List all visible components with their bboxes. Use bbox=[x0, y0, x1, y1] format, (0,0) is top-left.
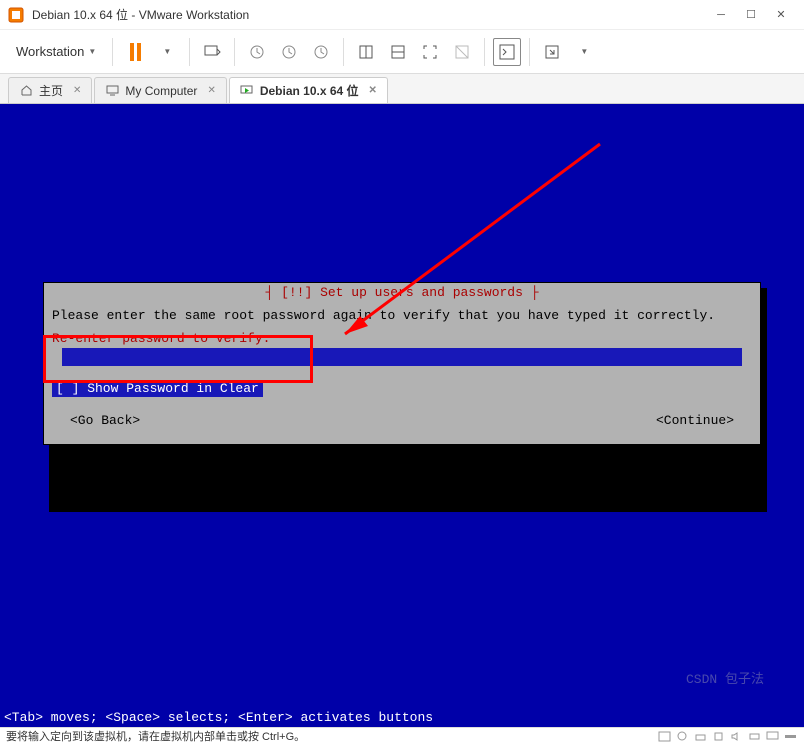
view-single-button[interactable] bbox=[352, 38, 380, 66]
chevron-down-icon: ▼ bbox=[163, 47, 171, 56]
continue-button[interactable]: <Continue> bbox=[656, 413, 734, 428]
layout-disabled-icon bbox=[453, 43, 471, 61]
tab-close-button[interactable]: ✕ bbox=[73, 85, 81, 96]
snapshot-take-button[interactable] bbox=[243, 38, 271, 66]
toolbar-separator bbox=[189, 38, 190, 66]
device-network-icon[interactable] bbox=[694, 731, 708, 742]
vm-console[interactable]: ┤ [!!] Set up users and passwords ├ Plea… bbox=[0, 104, 804, 727]
device-display-icon[interactable] bbox=[766, 731, 780, 742]
pause-icon bbox=[130, 43, 141, 61]
go-back-button[interactable]: <Go Back> bbox=[70, 413, 140, 428]
tab-debian[interactable]: Debian 10.x 64 位 ✕ bbox=[229, 77, 388, 103]
tab-label: 主页 bbox=[39, 82, 63, 99]
console-help-text: <Tab> moves; <Space> selects; <Enter> ac… bbox=[0, 708, 804, 727]
vmware-icon bbox=[8, 7, 24, 23]
statusbar-hint: 要将输入定向到该虚拟机，请在虚拟机内部单击或按 Ctrl+G。 bbox=[6, 728, 305, 744]
computer-icon bbox=[105, 84, 119, 98]
statusbar: 要将输入定向到该虚拟机，请在虚拟机内部单击或按 Ctrl+G。 bbox=[0, 727, 804, 744]
tab-bar: 主页 ✕ My Computer ✕ Debian 10.x 64 位 ✕ bbox=[0, 74, 804, 104]
dialog-prompt: Please enter the same root password agai… bbox=[52, 308, 752, 323]
pause-dropdown-button[interactable]: ▼ bbox=[153, 38, 181, 66]
password-input[interactable] bbox=[62, 348, 742, 366]
device-more-icon[interactable] bbox=[784, 731, 798, 742]
show-password-checkbox[interactable]: [ ] Show Password in Clear bbox=[52, 380, 263, 397]
maximize-button[interactable]: ☐ bbox=[736, 5, 766, 25]
clock-icon bbox=[248, 43, 266, 61]
minimize-button[interactable]: ─ bbox=[706, 5, 736, 25]
workstation-menu-label: Workstation bbox=[16, 44, 84, 59]
toolbar-separator bbox=[529, 38, 530, 66]
toolbar-separator bbox=[343, 38, 344, 66]
toolbar-separator bbox=[234, 38, 235, 66]
watermark: CSDN 包子法 bbox=[686, 668, 764, 687]
fullscreen-icon bbox=[543, 43, 561, 61]
installer-dialog: ┤ [!!] Set up users and passwords ├ Plea… bbox=[43, 282, 761, 445]
view-unity-button[interactable] bbox=[416, 38, 444, 66]
layout-corners-icon bbox=[421, 43, 439, 61]
tab-close-button[interactable]: ✕ bbox=[369, 85, 377, 96]
toolbar: Workstation ▼ ▼ ▼ bbox=[0, 30, 804, 74]
console-button[interactable] bbox=[493, 38, 521, 66]
clock-manage-icon bbox=[312, 43, 330, 61]
dialog-title: ┤ [!!] Set up users and passwords ├ bbox=[44, 283, 760, 302]
tab-label: Debian 10.x 64 位 bbox=[260, 82, 359, 99]
dialog-buttons: <Go Back> <Continue> bbox=[52, 397, 752, 438]
snapshot-manage-button[interactable] bbox=[307, 38, 335, 66]
window-title: Debian 10.x 64 位 - VMware Workstation bbox=[32, 6, 706, 23]
vm-running-icon bbox=[240, 84, 254, 98]
close-button[interactable]: ✕ bbox=[766, 5, 796, 25]
chevron-down-icon: ▼ bbox=[88, 47, 96, 56]
layout-split-icon bbox=[389, 43, 407, 61]
window-controls: ─ ☐ ✕ bbox=[706, 5, 796, 25]
console-icon bbox=[499, 44, 515, 60]
view-disabled-button[interactable] bbox=[448, 38, 476, 66]
fullscreen-dropdown-button[interactable]: ▼ bbox=[570, 38, 598, 66]
tab-close-button[interactable]: ✕ bbox=[207, 85, 215, 96]
toolbar-separator bbox=[484, 38, 485, 66]
pause-button[interactable] bbox=[121, 38, 149, 66]
snapshot-revert-button[interactable] bbox=[275, 38, 303, 66]
device-printer-icon[interactable] bbox=[748, 731, 762, 742]
fullscreen-button[interactable] bbox=[538, 38, 566, 66]
device-disk-icon[interactable] bbox=[658, 731, 672, 742]
tab-home[interactable]: 主页 ✕ bbox=[8, 77, 92, 103]
view-split-button[interactable] bbox=[384, 38, 412, 66]
statusbar-devices bbox=[658, 731, 798, 742]
titlebar: Debian 10.x 64 位 - VMware Workstation ─ … bbox=[0, 0, 804, 30]
tab-my-computer[interactable]: My Computer ✕ bbox=[94, 77, 226, 103]
monitor-send-icon bbox=[203, 43, 221, 61]
password-field-label: Re-enter password to verify: bbox=[52, 331, 752, 346]
toolbar-separator bbox=[112, 38, 113, 66]
tab-label: My Computer bbox=[125, 84, 197, 98]
device-cd-icon[interactable] bbox=[676, 731, 690, 742]
workstation-menu[interactable]: Workstation ▼ bbox=[8, 40, 104, 63]
clock-revert-icon bbox=[280, 43, 298, 61]
dialog-body: Please enter the same root password agai… bbox=[44, 302, 760, 444]
device-usb-icon[interactable] bbox=[712, 731, 726, 742]
device-sound-icon[interactable] bbox=[730, 731, 744, 742]
layout-single-icon bbox=[357, 43, 375, 61]
home-icon bbox=[19, 84, 33, 98]
send-button[interactable] bbox=[198, 38, 226, 66]
chevron-down-icon: ▼ bbox=[580, 47, 588, 56]
